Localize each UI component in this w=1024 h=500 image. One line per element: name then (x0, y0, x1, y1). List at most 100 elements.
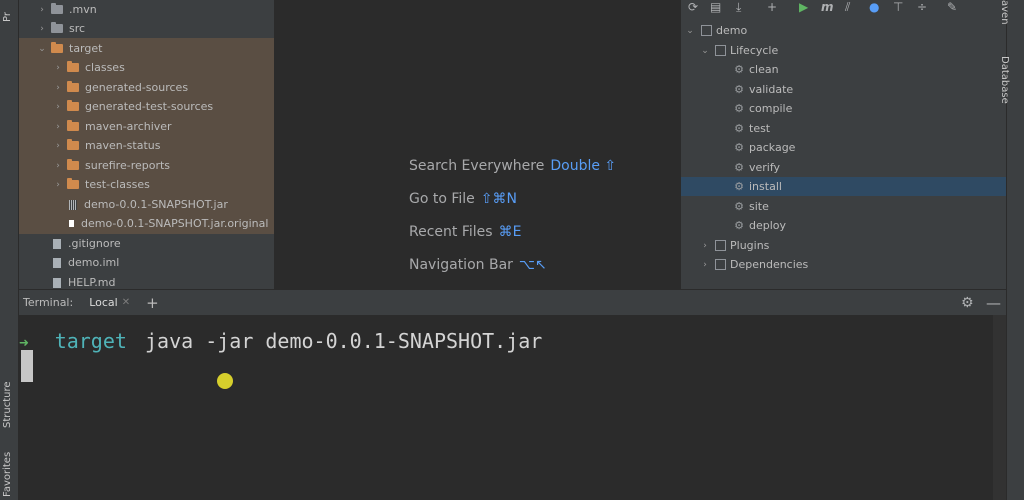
lifecycle-phase-clean[interactable]: ⚙ clean (681, 60, 1006, 79)
folder-icon (51, 42, 63, 53)
tree-item-generated-test-sources[interactable]: › generated-test-sources (19, 97, 274, 116)
tree-item-demo-iml[interactable]: demo.iml (19, 253, 274, 272)
phase-label: validate (749, 83, 794, 96)
lifecycle-phase-compile[interactable]: ⚙ compile (681, 99, 1006, 118)
prompt-directory: target (54, 329, 127, 353)
tree-item-target[interactable]: ⌄ target (19, 39, 274, 58)
tree-item-label: maven-archiver (85, 120, 172, 133)
phase-label: install (749, 180, 782, 193)
tree-item-jar[interactable]: demo-0.0.1-SNAPSHOT.jar (19, 195, 274, 214)
add-maven-project-icon[interactable]: ▤ (710, 0, 721, 14)
reload-icon[interactable]: ⟳ (688, 0, 698, 14)
right-tool-strip: aven Database (999, 0, 1024, 500)
terminal-scrollbar[interactable] (993, 315, 1006, 500)
maven-project-label: demo (716, 24, 748, 37)
run-icon[interactable]: ▶ (799, 0, 808, 14)
structure-tool-tab[interactable]: Structure (2, 381, 13, 428)
folder-icon (67, 100, 79, 111)
phase-label: compile (749, 102, 793, 115)
project-tool-tab[interactable]: Pr (2, 12, 13, 22)
minimize-icon[interactable]: — (986, 294, 1001, 312)
chevron-right-icon[interactable]: › (53, 161, 63, 171)
tree-item-test-classes[interactable]: › test-classes (19, 175, 274, 194)
dependencies-label: Dependencies (730, 258, 809, 271)
hint-shortcut: ⇧⌘N (480, 191, 517, 207)
maven-project-demo[interactable]: ⌄ demo (681, 21, 1006, 40)
tree-item-maven-archiver[interactable]: › maven-archiver (19, 117, 274, 136)
maven-panel: ⟳ ▤ ⤓ + ▶ m ⫽ ● ⊤ ÷ ✎ ⌄ demo ⌄ Lifecycle… (681, 0, 1006, 289)
chevron-down-icon[interactable]: ⌄ (685, 26, 695, 36)
maven-lifecycle[interactable]: ⌄ Lifecycle (681, 41, 1006, 60)
lifecycle-phase-site[interactable]: ⚙ site (681, 197, 1006, 216)
iml-file-icon (53, 257, 61, 268)
tree-item-mvn[interactable]: › .mvn (19, 0, 274, 19)
chevron-right-icon[interactable]: › (53, 180, 63, 190)
lifecycle-label: Lifecycle (730, 44, 779, 57)
skip-tests-icon[interactable]: ● (869, 0, 879, 14)
tree-item-classes[interactable]: › classes (19, 58, 274, 77)
tree-item-label: target (69, 42, 103, 55)
hint-recent-files: Recent Files ⌘E (409, 224, 521, 240)
phase-label: test (749, 122, 771, 135)
gear-icon: ⚙ (734, 83, 744, 96)
toggle-offline-icon[interactable]: ⫽ (845, 0, 850, 15)
tree-item-label: HELP.md (68, 276, 116, 289)
tree-item-label: demo-0.0.1-SNAPSHOT.jar.original (81, 217, 269, 230)
chevron-right-icon[interactable]: › (37, 24, 47, 34)
chevron-right-icon[interactable]: › (53, 102, 63, 112)
left-tool-strip: Pr Structure Favorites (0, 0, 19, 500)
tree-item-label: generated-sources (85, 81, 189, 94)
gear-icon[interactable]: ⚙ (961, 295, 974, 311)
maven-goal-icon[interactable]: m (821, 0, 834, 14)
lifecycle-phase-package[interactable]: ⚙ package (681, 138, 1006, 157)
lifecycle-phase-validate[interactable]: ⚙ validate (681, 80, 1006, 99)
chevron-down-icon[interactable]: ⌄ (37, 44, 47, 54)
tree-item-gitignore[interactable]: .gitignore (19, 234, 274, 253)
favorites-tool-tab[interactable]: Favorites (2, 452, 13, 497)
tree-item-generated-sources[interactable]: › generated-sources (19, 78, 274, 97)
gear-icon: ⚙ (734, 161, 744, 174)
hint-label: Navigation Bar (409, 257, 513, 273)
gitignore-file-icon (53, 238, 61, 249)
chevron-right-icon[interactable]: › (53, 63, 63, 73)
tree-item-src[interactable]: › src (19, 19, 274, 38)
collapse-all-icon[interactable]: ÷ (917, 0, 927, 14)
hint-label: Go to File (409, 191, 475, 207)
maven-project-icon (701, 25, 712, 36)
terminal-tab-local[interactable]: Local (89, 296, 118, 309)
close-tab-icon[interactable]: ✕ (122, 297, 130, 308)
download-icon[interactable]: ⤓ (736, 0, 741, 15)
folder-icon (67, 120, 79, 131)
lifecycle-phase-install[interactable]: ⚙ install (681, 177, 1006, 196)
new-terminal-plus-icon[interactable]: + (146, 294, 159, 312)
gear-icon: ⚙ (734, 180, 744, 193)
database-tool-tab[interactable]: Database (999, 56, 1010, 104)
lifecycle-icon (715, 45, 726, 56)
plus-icon[interactable]: + (767, 0, 777, 14)
lifecycle-phase-deploy[interactable]: ⚙ deploy (681, 216, 1006, 235)
hint-shortcut: ⌥↖ (518, 257, 547, 273)
tree-item-jar-original[interactable]: demo-0.0.1-SNAPSHOT.jar.original (19, 214, 274, 233)
chevron-right-icon[interactable]: › (53, 141, 63, 151)
maven-plugins[interactable]: › Plugins (681, 236, 1006, 255)
settings-wrench-icon[interactable]: ✎ (947, 0, 957, 14)
chevron-right-icon[interactable]: › (37, 5, 47, 15)
chevron-right-icon[interactable]: › (53, 122, 63, 132)
maven-dependencies[interactable]: › Dependencies (681, 255, 1006, 274)
maven-tool-tab[interactable]: aven (999, 0, 1010, 25)
hint-go-to-file: Go to File ⇧⌘N (409, 191, 517, 207)
tree-item-help-md[interactable]: HELP.md (19, 273, 274, 289)
chevron-right-icon[interactable]: › (53, 83, 63, 93)
show-dependencies-icon[interactable]: ⊤ (893, 0, 903, 14)
lifecycle-phase-test[interactable]: ⚙ test (681, 119, 1006, 138)
folder-icon (67, 178, 79, 189)
chevron-right-icon[interactable]: › (700, 260, 710, 270)
terminal-body[interactable]: ➜ target java -jar demo-0.0.1-SNAPSHOT.j… (19, 315, 993, 500)
hint-shortcut: Double ⇧ (550, 158, 617, 174)
tree-item-surefire-reports[interactable]: › surefire-reports (19, 156, 274, 175)
lifecycle-phase-verify[interactable]: ⚙ verify (681, 158, 1006, 177)
chevron-down-icon[interactable]: ⌄ (700, 46, 710, 56)
tree-item-maven-status[interactable]: › maven-status (19, 136, 274, 155)
chevron-right-icon[interactable]: › (700, 241, 710, 251)
gear-icon: ⚙ (734, 141, 744, 154)
